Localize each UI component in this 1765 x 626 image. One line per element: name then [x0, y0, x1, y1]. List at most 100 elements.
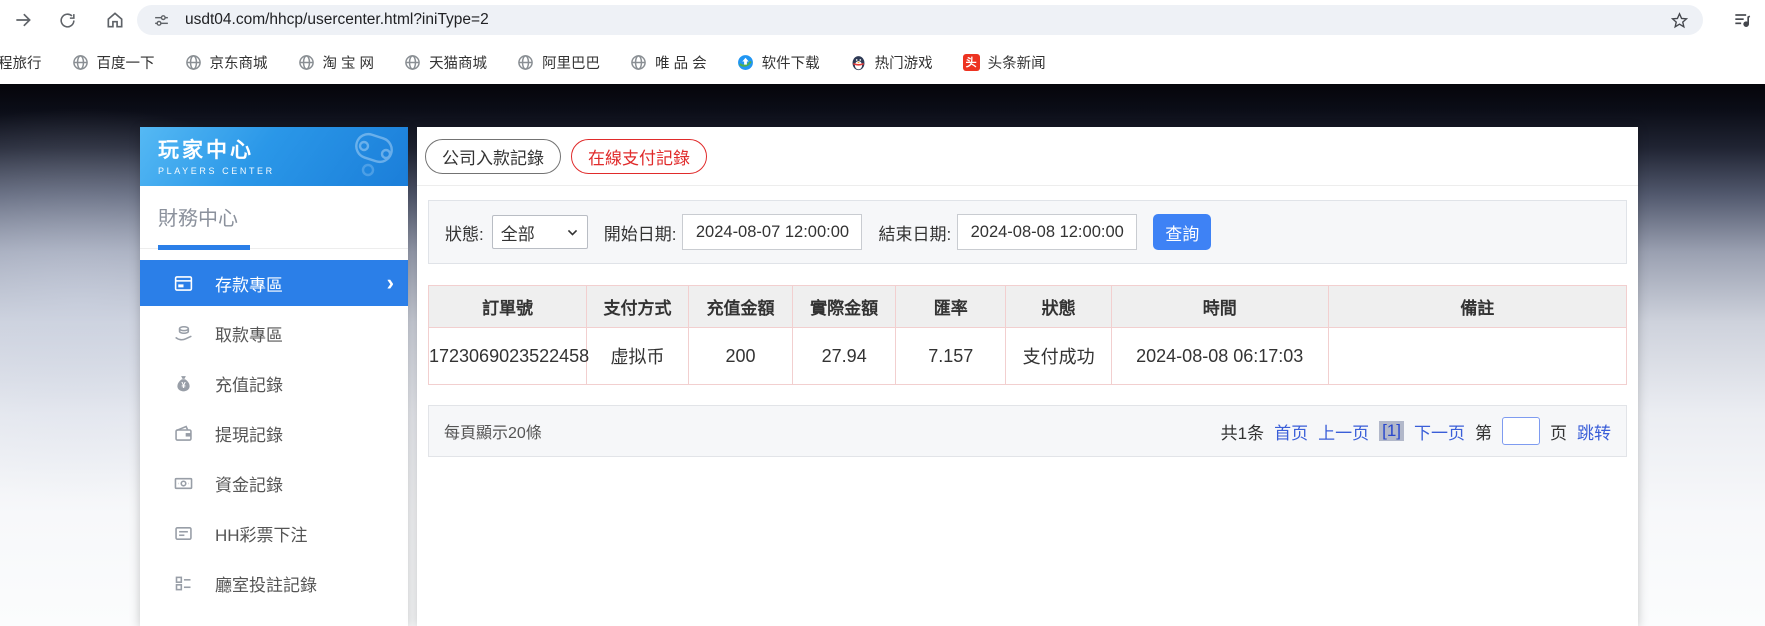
globe-icon [517, 54, 534, 71]
start-date-input[interactable] [682, 214, 862, 250]
finance-heading-underline [140, 244, 408, 249]
next-page-link[interactable]: 下一页 [1414, 419, 1465, 444]
jump-prefix-text: 第 [1475, 419, 1492, 444]
cell-payment-method: 虚拟币 [587, 328, 689, 385]
globe-icon [185, 54, 202, 71]
bookmark-item[interactable]: 百度一下 [72, 52, 155, 73]
pagination-controls: 共1条 首页 上一页 [1] 下一页 第 页 跳转 [1221, 417, 1611, 445]
tune-icon[interactable] [147, 6, 175, 34]
cell-status: 支付成功 [1006, 328, 1111, 385]
jump-button[interactable]: 跳转 [1577, 419, 1611, 444]
wallet-icon [173, 423, 194, 444]
page-background: 玩家中心 PLAYERS CENTER 財務中心 存款專區 › 取款專區 [0, 84, 1765, 626]
sidebar-item-recharge-records[interactable]: ¥ 充值記錄 [140, 358, 408, 408]
penguin-icon [850, 54, 867, 71]
svg-text:¥: ¥ [181, 381, 186, 390]
status-select-value: 全部 [501, 220, 535, 245]
screen: usdt04.com/hhcp/usercenter.html?iniType=… [0, 0, 1765, 626]
ticket-list-icon [173, 523, 194, 544]
chevron-right-icon: › [387, 272, 394, 294]
deposit-card-icon [173, 273, 194, 294]
address-bar[interactable]: usdt04.com/hhcp/usercenter.html?iniType=… [137, 5, 1703, 35]
sidebar-item-funds-records[interactable]: 資金記錄 [140, 458, 408, 508]
report-icon [173, 623, 194, 626]
col-status: 狀態 [1006, 286, 1111, 328]
jump-suffix-text: 页 [1550, 419, 1567, 444]
record-tabs: 公司入款記錄 在線支付記錄 [417, 127, 1638, 186]
col-payment-method: 支付方式 [587, 286, 689, 328]
bookmarks-bar: 程旅行 百度一下 京东商城 淘 宝 网 天猫商城 阿里巴巴 唯 品 会 软件下 [0, 40, 1765, 84]
money-bag-icon: ¥ [173, 373, 194, 394]
payment-records-table: 訂單號 支付方式 充值金額 實際金額 匯率 狀態 時間 備註 172306902… [428, 285, 1627, 385]
filter-bar: 狀態: 全部 開始日期: 結束日期: 查詢 [428, 200, 1627, 264]
pagination-bar: 每頁顯示20條 共1条 首页 上一页 [1] 下一页 第 页 跳转 [428, 405, 1627, 457]
sidebar-item-deposit-zone[interactable]: 存款專區 › [140, 260, 408, 306]
start-date-label: 開始日期: [604, 220, 677, 245]
bookmark-item[interactable]: 热门游戏 [850, 52, 933, 73]
sidebar-item-withdrawal-records[interactable]: 提現記錄 [140, 408, 408, 458]
bookmark-item[interactable]: 京东商城 [185, 52, 268, 73]
cell-exchange-rate: 7.157 [896, 328, 1006, 385]
current-page-indicator[interactable]: [1] [1379, 421, 1404, 441]
sidebar-item-hh-lottery-bets[interactable]: HH彩票下注 [140, 508, 408, 558]
chevron-down-icon [566, 226, 579, 239]
forward-icon[interactable] [6, 3, 40, 37]
players-center-banner: 玩家中心 PLAYERS CENTER [140, 127, 408, 186]
bookmark-item[interactable]: 淘 宝 网 [298, 52, 375, 73]
globe-icon [630, 54, 647, 71]
playlist-icon[interactable] [1727, 6, 1757, 34]
bookmark-item[interactable]: 程旅行 [0, 52, 42, 73]
first-page-link[interactable]: 首页 [1274, 419, 1308, 444]
sidebar: 玩家中心 PLAYERS CENTER 財務中心 存款專區 › 取款專區 [140, 127, 408, 626]
prev-page-link[interactable]: 上一页 [1318, 419, 1369, 444]
page-size-text: 每頁顯示20條 [444, 419, 542, 443]
table-row: 1723069023522458 虚拟币 200 27.94 7.157 支付成… [429, 328, 1627, 385]
main-panel: 公司入款記錄 在線支付記錄 狀態: 全部 開始日期: 結束日期: 查詢 [417, 127, 1638, 626]
col-remark: 備註 [1328, 286, 1626, 328]
sidebar-item-player-bet-report[interactable]: 玩家投注報表 [140, 608, 408, 626]
grid-list-icon [173, 573, 194, 594]
tab-online-payment-records[interactable]: 在線支付記錄 [571, 139, 707, 174]
col-order-no: 訂單號 [429, 286, 587, 328]
col-actual-amount: 實際金額 [793, 286, 896, 328]
bookmark-item[interactable]: 唯 品 会 [630, 52, 707, 73]
sidebar-menu: 存款專區 › 取款專區 ¥ 充值記錄 提現記錄 資金記錄 [140, 260, 408, 626]
cell-remark [1328, 328, 1626, 385]
browser-toolbar: usdt04.com/hhcp/usercenter.html?iniType=… [0, 0, 1765, 40]
status-select[interactable]: 全部 [492, 215, 588, 249]
total-count-text: 共1条 [1221, 419, 1264, 444]
sidebar-item-hall-bet-records[interactable]: 廳室投註記錄 [140, 558, 408, 608]
banknote-icon [173, 473, 194, 494]
end-date-input[interactable] [957, 214, 1137, 250]
page-jump-input[interactable] [1502, 417, 1540, 445]
tab-company-deposit-records[interactable]: 公司入款記錄 [425, 139, 561, 174]
globe-icon [298, 54, 315, 71]
end-date-label: 結束日期: [878, 220, 951, 245]
bookmark-item[interactable]: 阿里巴巴 [517, 52, 600, 73]
bookmark-item[interactable]: 天猫商城 [404, 52, 487, 73]
home-icon[interactable] [98, 3, 132, 37]
cell-time: 2024-08-08 06:17:03 [1111, 328, 1328, 385]
bookmark-item[interactable]: 软件下载 [737, 52, 820, 73]
reload-icon[interactable] [50, 3, 84, 37]
status-label: 狀態: [445, 220, 484, 245]
gamepad-icon [348, 132, 400, 185]
col-exchange-rate: 匯率 [896, 286, 1006, 328]
download-icon [737, 54, 754, 71]
globe-icon [72, 54, 89, 71]
table-header-row: 訂單號 支付方式 充值金額 實際金額 匯率 狀態 時間 備註 [429, 286, 1627, 328]
globe-icon [404, 54, 421, 71]
cell-recharge-amount: 200 [688, 328, 792, 385]
url-text[interactable]: usdt04.com/hhcp/usercenter.html?iniType=… [185, 11, 1665, 29]
cell-order-no: 1723069023522458 [429, 328, 587, 385]
withdraw-hand-icon [173, 323, 194, 344]
search-button[interactable]: 查詢 [1153, 214, 1211, 250]
star-icon[interactable] [1665, 6, 1693, 34]
sidebar-item-withdraw-zone[interactable]: 取款專區 [140, 308, 408, 358]
cell-actual-amount: 27.94 [793, 328, 896, 385]
col-recharge-amount: 充值金額 [688, 286, 792, 328]
col-time: 時間 [1111, 286, 1328, 328]
finance-center-heading: 財務中心 [158, 202, 408, 231]
toutiao-icon: 头 [963, 54, 980, 71]
bookmark-item[interactable]: 头 头条新闻 [963, 52, 1046, 73]
